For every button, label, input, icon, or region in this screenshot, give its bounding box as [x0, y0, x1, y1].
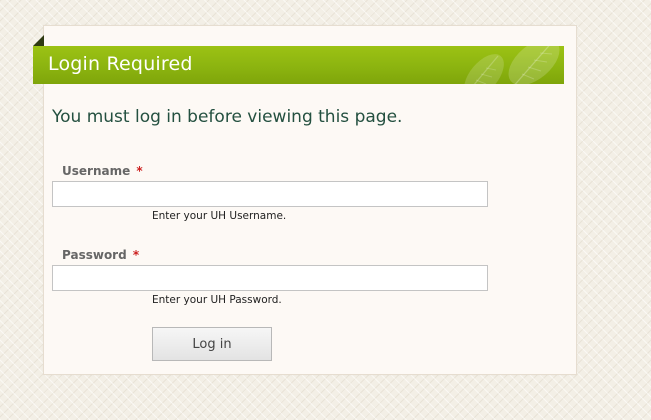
username-label-text: Username: [62, 164, 131, 178]
title-bar: Login Required: [33, 46, 564, 84]
password-input[interactable]: [52, 265, 488, 291]
username-required-marker: *: [136, 164, 143, 178]
password-help-text: Enter your UH Password.: [152, 294, 282, 306]
page-title: Login Required: [48, 53, 193, 75]
login-required-message: You must log in before viewing this page…: [52, 107, 403, 127]
username-input[interactable]: [52, 181, 488, 207]
password-required-marker: *: [132, 248, 140, 262]
username-help-text: Enter your UH Username.: [152, 210, 287, 222]
ribbon-corner-fold: [33, 35, 44, 46]
leaf-decoration-icon: [464, 46, 560, 84]
username-label: Username *: [62, 164, 143, 178]
password-label: Password *: [62, 248, 139, 262]
log-in-button[interactable]: Log in: [152, 327, 272, 361]
password-label-text: Password: [62, 248, 127, 262]
